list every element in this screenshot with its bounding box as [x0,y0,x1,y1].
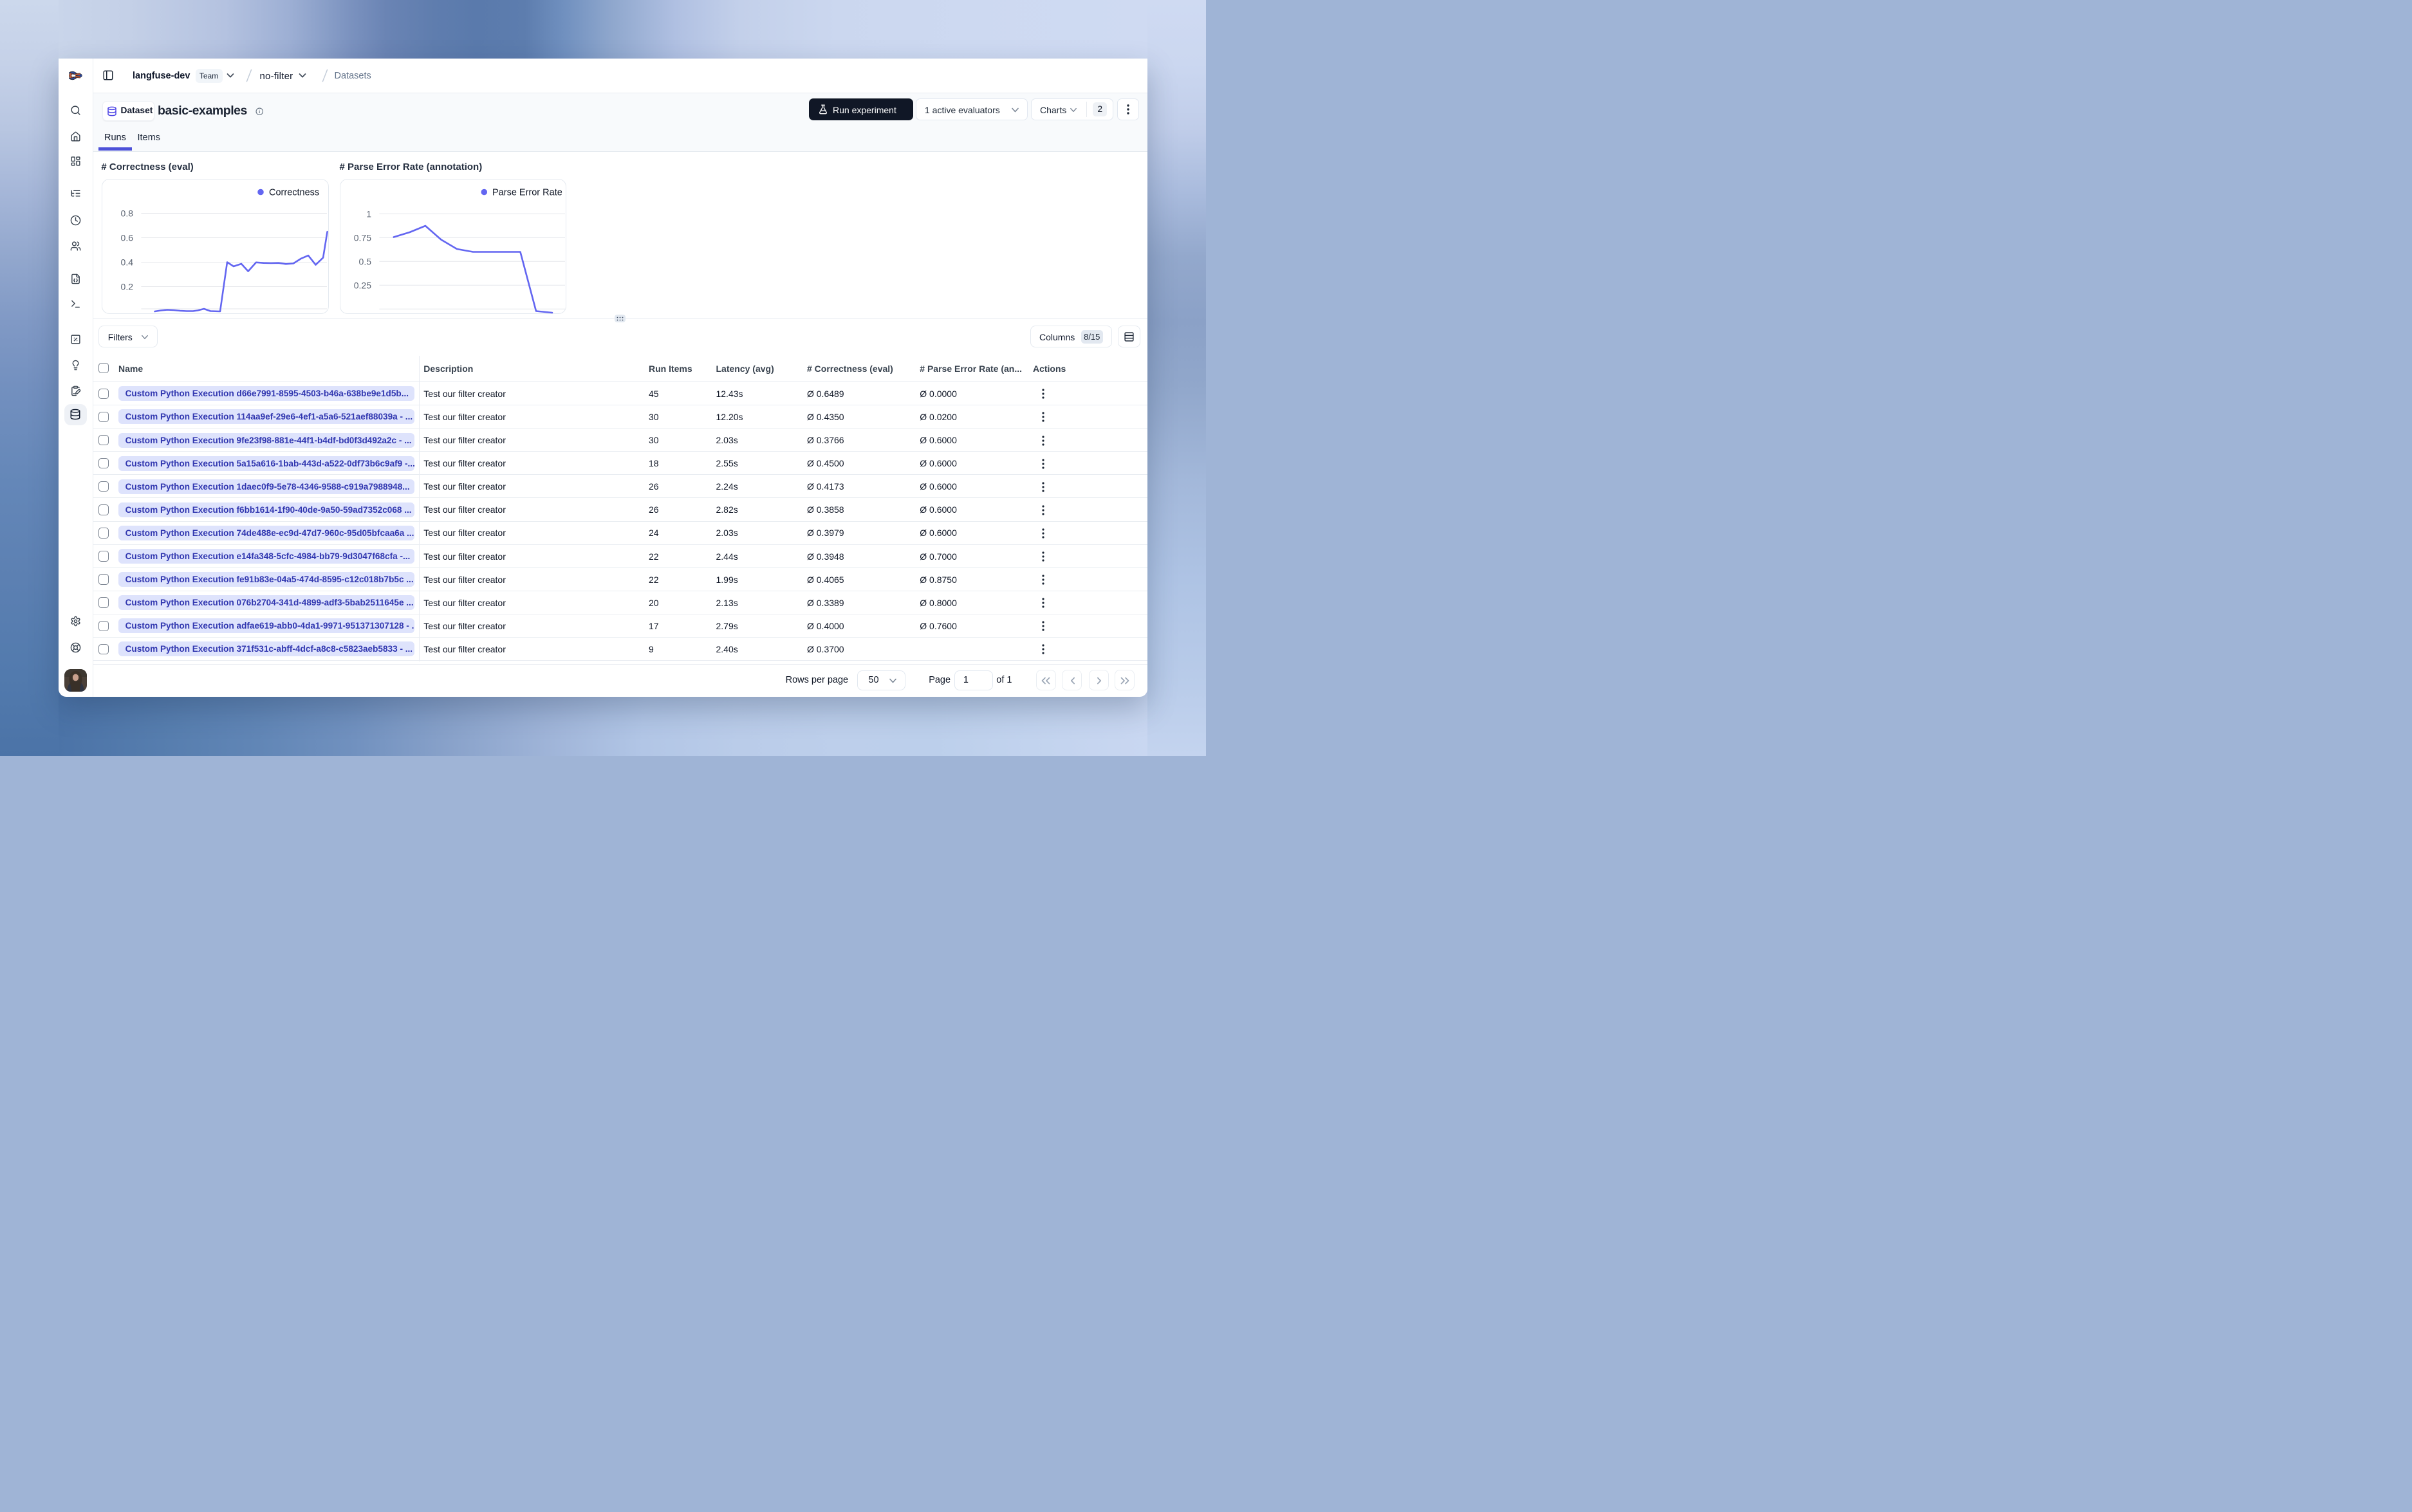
svg-text:0.8: 0.8 [121,208,134,218]
svg-text:0.6: 0.6 [121,232,134,243]
svg-text:1: 1 [366,208,371,219]
svg-text:0.4: 0.4 [121,257,134,267]
svg-text:0.75: 0.75 [354,232,371,243]
svg-text:Parse Error Rate: Parse Error Rate [492,187,562,198]
svg-text:0.2: 0.2 [121,281,134,291]
svg-text:0.25: 0.25 [354,280,371,290]
svg-text:Correctness: Correctness [269,187,319,198]
svg-text:0.5: 0.5 [359,256,372,266]
